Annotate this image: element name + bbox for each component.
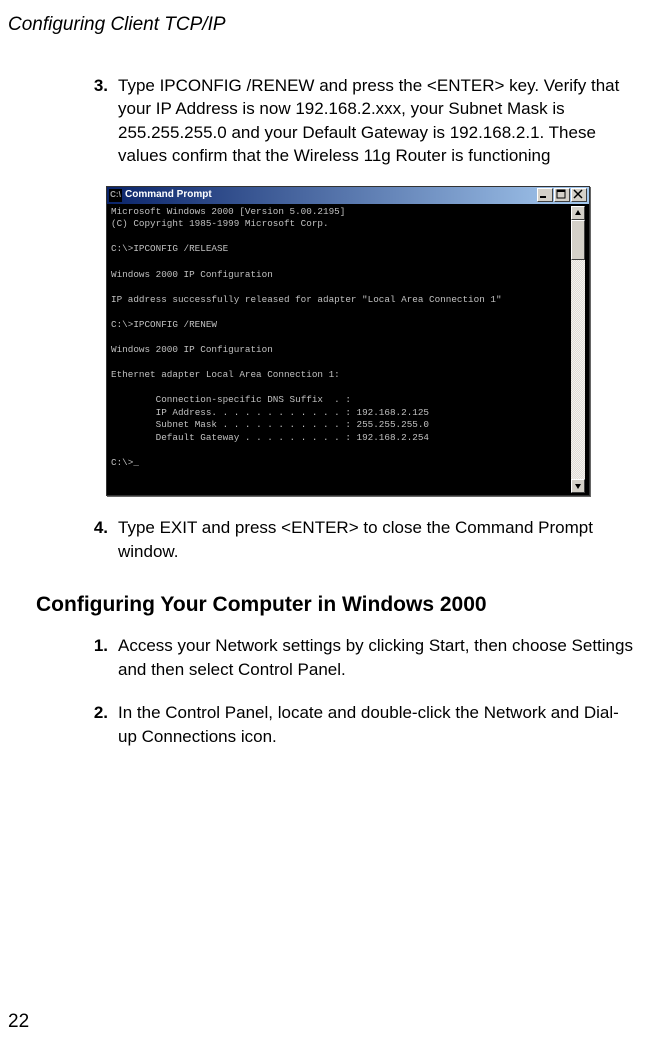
main-content: 3. Type IPCONFIG /RENEW and press the <E…: [80, 74, 634, 748]
step-number: 2.: [80, 701, 108, 748]
vertical-scrollbar[interactable]: [571, 206, 585, 493]
console-text: Microsoft Windows 2000 [Version 5.00.219…: [111, 206, 571, 493]
page-number: 22: [8, 1011, 29, 1033]
app-icon: C:\: [109, 189, 122, 202]
console-body: Microsoft Windows 2000 [Version 5.00.219…: [107, 204, 589, 495]
step-4: 4. Type EXIT and press <ENTER> to close …: [80, 516, 634, 563]
sub-step-2: 2. In the Control Panel, locate and doub…: [80, 701, 634, 748]
window-title: Command Prompt: [125, 188, 536, 202]
section-heading: Configuring Your Computer in Windows 200…: [36, 591, 634, 620]
sub-step-1: 1. Access your Network settings by click…: [80, 634, 634, 681]
step-text: Type EXIT and press <ENTER> to close the…: [118, 516, 634, 563]
maximize-button[interactable]: [554, 188, 570, 202]
window-titlebar: C:\ Command Prompt: [107, 187, 589, 204]
page-header: Configuring Client TCP/IP: [0, 0, 650, 36]
step-3: 3. Type IPCONFIG /RENEW and press the <E…: [80, 74, 634, 168]
step-text: Access your Network settings by clicking…: [118, 634, 634, 681]
step-number: 3.: [80, 74, 108, 168]
step-number: 4.: [80, 516, 108, 563]
command-prompt-window: C:\ Command Prompt Microsoft Windows 200…: [106, 186, 590, 496]
step-text: Type IPCONFIG /RENEW and press the <ENTE…: [118, 74, 634, 168]
scroll-up-button[interactable]: [571, 206, 585, 220]
step-number: 1.: [80, 634, 108, 681]
close-button[interactable]: [571, 188, 587, 202]
minimize-button[interactable]: [537, 188, 553, 202]
scroll-down-button[interactable]: [571, 479, 585, 493]
scrollbar-thumb[interactable]: [571, 220, 585, 260]
step-text: In the Control Panel, locate and double-…: [118, 701, 634, 748]
